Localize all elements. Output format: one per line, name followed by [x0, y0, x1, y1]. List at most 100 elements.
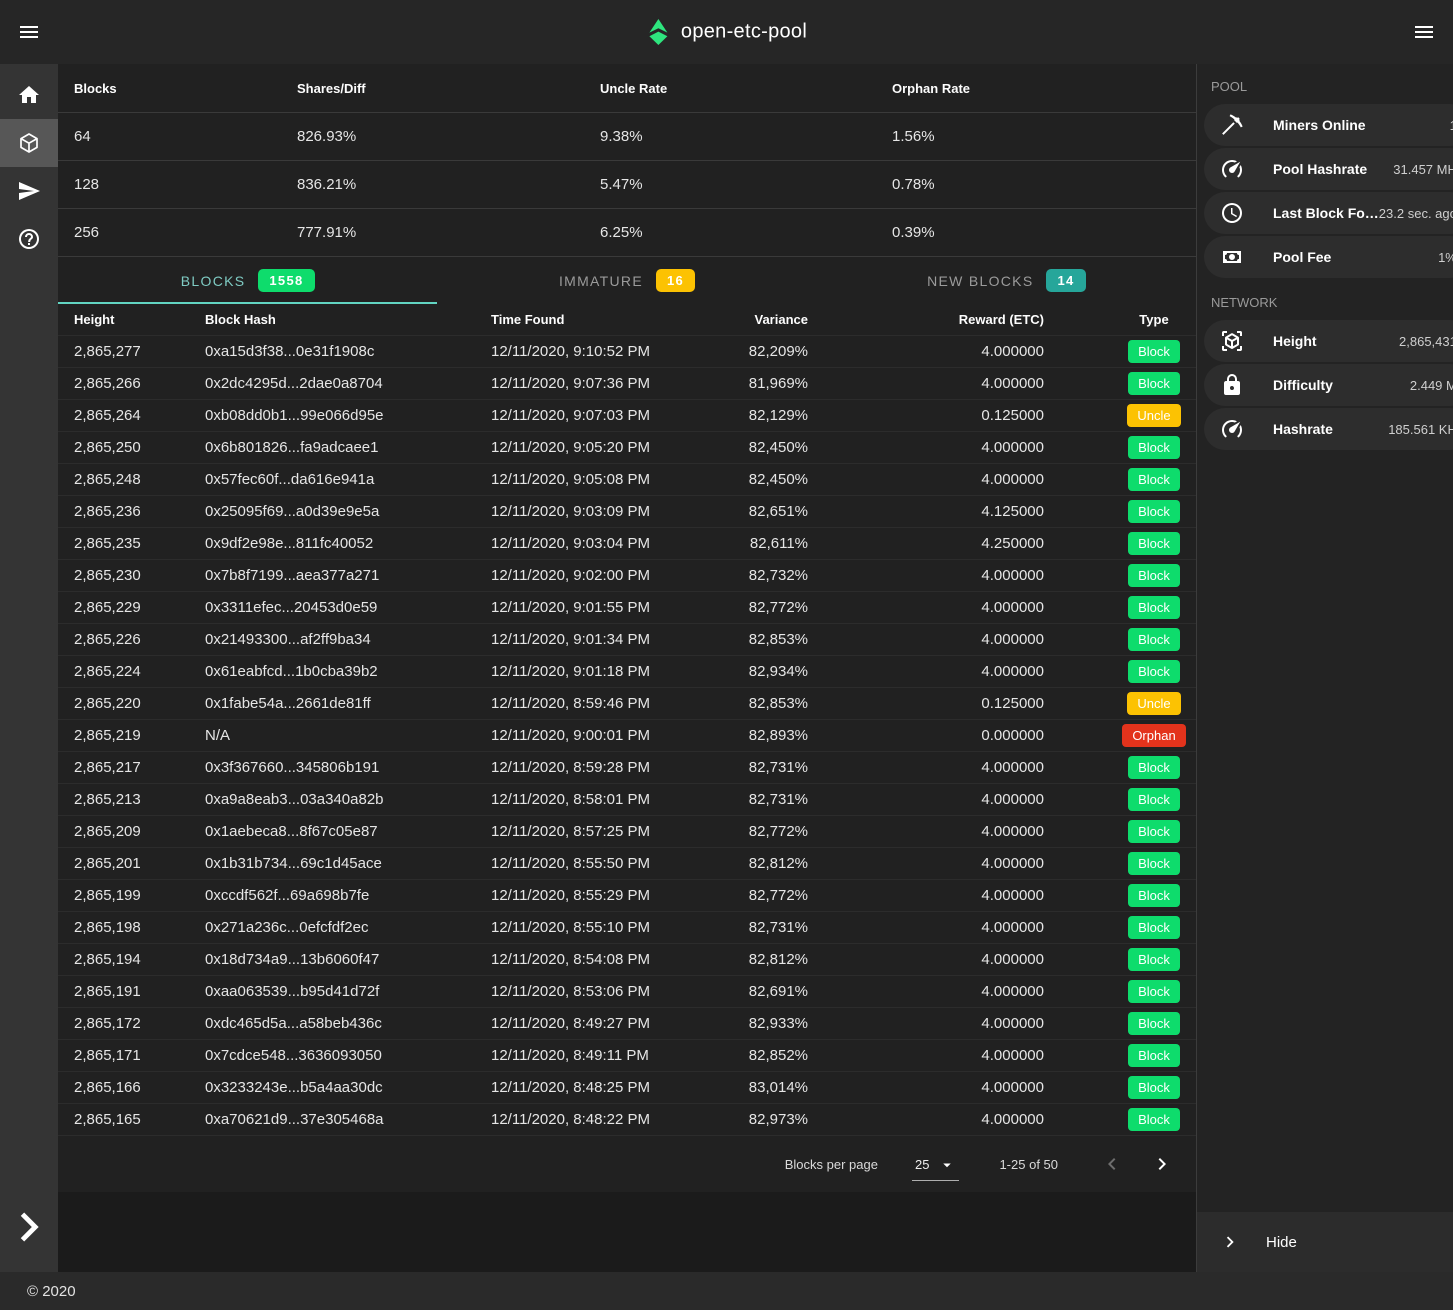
brand: open-etc-pool: [646, 18, 807, 47]
previous-page-icon[interactable]: [1100, 1152, 1124, 1176]
sidebar-item-blocks[interactable]: [0, 119, 58, 167]
cell-hash: 0x1b31b734...69c1d45ace: [205, 855, 491, 872]
table-row[interactable]: 2,865,226 0x21493300...af2ff9ba34 12/11/…: [58, 623, 1196, 655]
pool-hashrate: Pool Hashrate 31.457 MH: [1204, 148, 1453, 190]
main-content: Blocks Shares/Diff Uncle Rate Orphan Rat…: [58, 64, 1196, 1272]
table-row[interactable]: 2,865,250 0x6b801826...fa9adcaee1 12/11/…: [58, 431, 1196, 463]
cell-time: 12/11/2020, 9:01:18 PM: [491, 663, 691, 680]
table-row[interactable]: 2,865,277 0xa15d3f38...0e31f1908c 12/11/…: [58, 335, 1196, 367]
cell-reward: 4.000000: [808, 823, 1112, 840]
type-pill: Block: [1128, 884, 1180, 907]
blocks-table-body: 2,865,277 0xa15d3f38...0e31f1908c 12/11/…: [58, 335, 1196, 1136]
cell-variance: 82,933%: [691, 1015, 808, 1032]
cash-icon: [1220, 245, 1244, 269]
cell-time: 12/11/2020, 9:07:03 PM: [491, 407, 691, 424]
stats-shares-value: 826.93%: [297, 128, 600, 145]
stats-col-uncle: Uncle Rate: [600, 81, 892, 96]
pool-miners-online: Miners Online 1: [1204, 104, 1453, 146]
tab-label: NEW BLOCKS: [927, 273, 1033, 289]
cell-variance: 82,450%: [691, 439, 808, 456]
menu-right-icon[interactable]: [1412, 20, 1436, 44]
cell-height: 2,865,264: [58, 407, 205, 424]
tab-blocks[interactable]: BLOCKS 1558: [58, 257, 437, 304]
cell-height: 2,865,236: [58, 503, 205, 520]
table-row[interactable]: 2,865,266 0x2dc4295d...2dae0a8704 12/11/…: [58, 367, 1196, 399]
stats-uncle-value: 6.25%: [600, 224, 892, 241]
sidebar-expand-chevron-icon[interactable]: [0, 1198, 58, 1256]
table-row[interactable]: 2,865,235 0x9df2e98e...811fc40052 12/11/…: [58, 527, 1196, 559]
cell-variance: 82,731%: [691, 759, 808, 776]
tab-label: BLOCKS: [181, 273, 246, 289]
type-pill: Block: [1128, 852, 1180, 875]
table-row[interactable]: 2,865,171 0x7cdce548...3636093050 12/11/…: [58, 1039, 1196, 1071]
type-pill: Block: [1128, 820, 1180, 843]
table-row[interactable]: 2,865,220 0x1fabe54a...2661de81ff 12/11/…: [58, 687, 1196, 719]
table-row[interactable]: 2,865,165 0xa70621d9...37e305468a 12/11/…: [58, 1103, 1196, 1135]
tab-label: IMMATURE: [559, 273, 643, 289]
chevron-right-icon: [1219, 1231, 1241, 1253]
cell-height: 2,865,171: [58, 1047, 205, 1064]
table-row[interactable]: 2,865,230 0x7b8f7199...aea377a271 12/11/…: [58, 559, 1196, 591]
sidebar-item-home[interactable]: [0, 71, 58, 119]
menu-icon[interactable]: [17, 20, 41, 44]
stats-body: 64 826.93% 9.38% 1.56% 128 836.21% 5.47%…: [58, 112, 1196, 256]
type-pill: Block: [1128, 756, 1180, 779]
cell-height: 2,865,277: [58, 343, 205, 360]
table-row[interactable]: 2,865,217 0x3f367660...345806b191 12/11/…: [58, 751, 1196, 783]
next-page-icon[interactable]: [1150, 1152, 1174, 1176]
cell-reward: 4.000000: [808, 1079, 1112, 1096]
col-type: Type: [1112, 312, 1196, 327]
left-sidebar: [0, 64, 58, 1272]
cell-time: 12/11/2020, 9:00:01 PM: [491, 727, 691, 744]
type-pill: Block: [1128, 532, 1180, 555]
cell-hash: 0x7cdce548...3636093050: [205, 1047, 491, 1064]
cell-variance: 82,651%: [691, 503, 808, 520]
cell-variance: 82,853%: [691, 695, 808, 712]
cell-height: 2,865,248: [58, 471, 205, 488]
type-pill: Orphan: [1122, 724, 1185, 747]
cell-height: 2,865,224: [58, 663, 205, 680]
table-row[interactable]: 2,865,194 0x18d734a9...13b6060f47 12/11/…: [58, 943, 1196, 975]
type-pill: Block: [1128, 660, 1180, 683]
cell-reward: 4.000000: [808, 1015, 1112, 1032]
cell-variance: 82,893%: [691, 727, 808, 744]
stat-value: 1: [1450, 118, 1453, 133]
table-row[interactable]: 2,865,166 0x3233243e...b5a4aa30dc 12/11/…: [58, 1071, 1196, 1103]
sidebar-item-help[interactable]: [0, 215, 58, 263]
home-icon: [17, 83, 41, 107]
type-pill: Block: [1128, 468, 1180, 491]
table-row[interactable]: 2,865,229 0x3311efec...20453d0e59 12/11/…: [58, 591, 1196, 623]
table-row[interactable]: 2,865,219 N/A 12/11/2020, 9:00:01 PM 82,…: [58, 719, 1196, 751]
page-size-select[interactable]: 25: [912, 1156, 959, 1181]
cell-height: 2,865,229: [58, 599, 205, 616]
table-row[interactable]: 2,865,248 0x57fec60f...da616e941a 12/11/…: [58, 463, 1196, 495]
cell-time: 12/11/2020, 9:03:04 PM: [491, 535, 691, 552]
table-row[interactable]: 2,865,191 0xaa063539...b95d41d72f 12/11/…: [58, 975, 1196, 1007]
tab-new-blocks[interactable]: NEW BLOCKS 14: [817, 257, 1196, 304]
sidebar-item-payments[interactable]: [0, 167, 58, 215]
table-row[interactable]: 2,865,224 0x61eabfcd...1b0cba39b2 12/11/…: [58, 655, 1196, 687]
hide-panel-button[interactable]: Hide: [1197, 1212, 1453, 1272]
table-row[interactable]: 2,865,209 0x1aebeca8...8f67c05e87 12/11/…: [58, 815, 1196, 847]
clock-icon: [1220, 201, 1244, 225]
table-row[interactable]: 2,865,213 0xa9a8eab3...03a340a82b 12/11/…: [58, 783, 1196, 815]
tab-immature[interactable]: IMMATURE 16: [437, 257, 816, 304]
table-row[interactable]: 2,865,236 0x25095f69...a0d39e9e5a 12/11/…: [58, 495, 1196, 527]
cell-reward: 4.000000: [808, 599, 1112, 616]
table-row[interactable]: 2,865,201 0x1b31b734...69c1d45ace 12/11/…: [58, 847, 1196, 879]
cell-variance: 82,611%: [691, 535, 808, 552]
stats-col-blocks: Blocks: [58, 81, 297, 96]
cell-reward: 4.000000: [808, 759, 1112, 776]
cell-height: 2,865,217: [58, 759, 205, 776]
pool-items: Miners Online 1 Pool Hashrate 31.457 MH …: [1197, 104, 1453, 280]
cell-time: 12/11/2020, 8:54:08 PM: [491, 951, 691, 968]
table-row[interactable]: 2,865,264 0xb08dd0b1...99e066d95e 12/11/…: [58, 399, 1196, 431]
cell-hash: 0x1aebeca8...8f67c05e87: [205, 823, 491, 840]
table-row[interactable]: 2,865,172 0xdc465d5a...a58beb436c 12/11/…: [58, 1007, 1196, 1039]
table-row[interactable]: 2,865,198 0x271a236c...0efcfdf2ec 12/11/…: [58, 911, 1196, 943]
stats-col-orphan: Orphan Rate: [892, 81, 1196, 96]
cell-reward: 4.000000: [808, 439, 1112, 456]
table-row[interactable]: 2,865,199 0xccdf562f...69a698b7fe 12/11/…: [58, 879, 1196, 911]
type-pill: Uncle: [1127, 404, 1180, 427]
cell-time: 12/11/2020, 8:55:10 PM: [491, 919, 691, 936]
